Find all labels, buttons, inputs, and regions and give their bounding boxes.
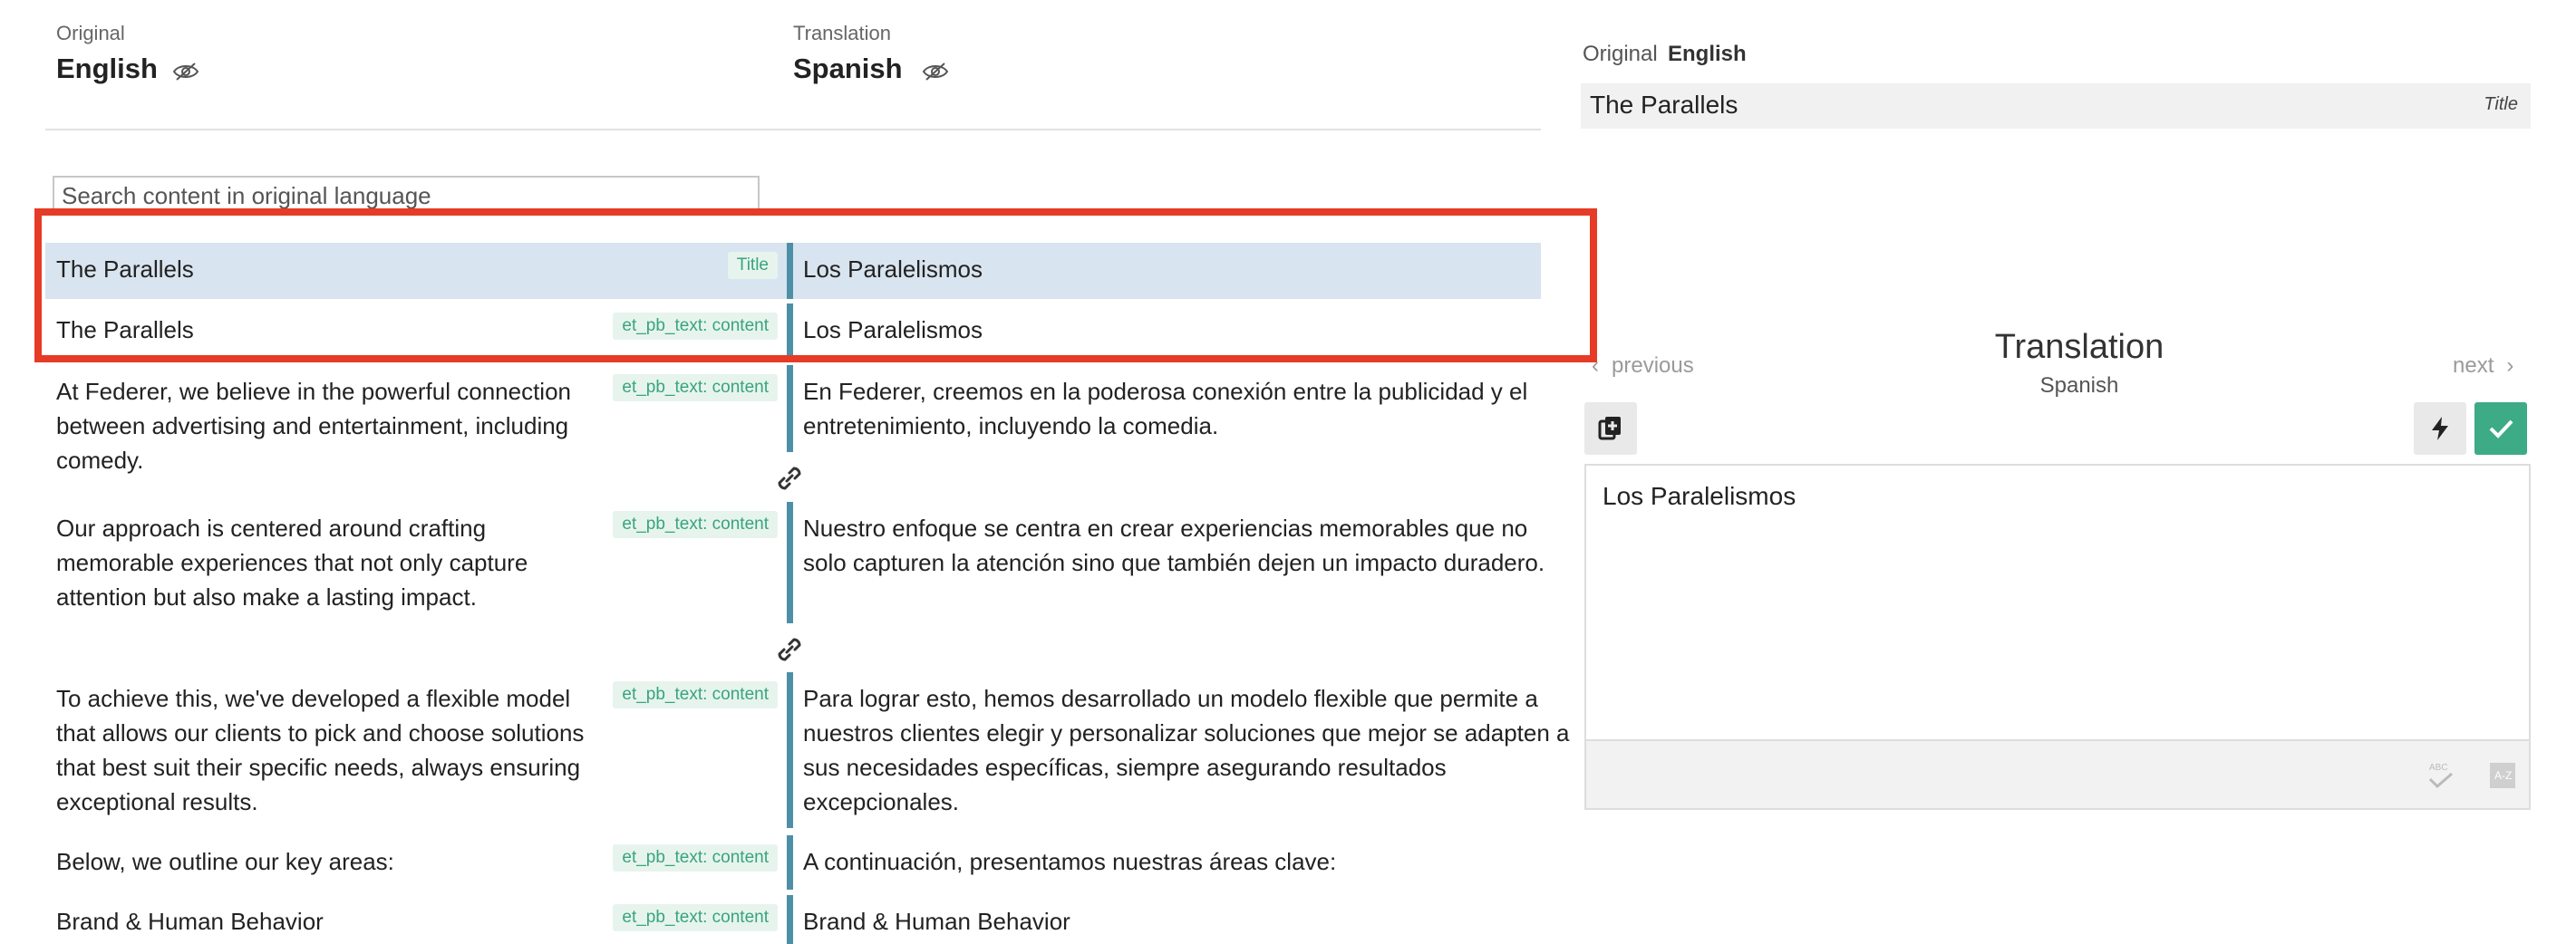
original-text: Brand & Human Behavior [56, 908, 324, 935]
link-icon[interactable] [770, 631, 809, 669]
editor-toolbar: ABC A-Z [1584, 739, 2531, 810]
svg-text:A-Z: A-Z [2494, 769, 2512, 782]
string-row[interactable]: Our approach is centered around crafting… [45, 502, 1545, 623]
string-row[interactable]: Below, we outline our key areas: et_pb_t… [45, 835, 1541, 890]
panel-translation-title: Translation [1994, 328, 2164, 366]
original-string-box: The Parallels Title [1581, 83, 2531, 129]
translation-text: En Federer, creemos en la poderosa conex… [803, 378, 1528, 439]
string-row[interactable]: Brand & Human Behavior et_pb_text: conte… [45, 895, 1541, 944]
panel-original-caption: Original [1583, 42, 1658, 66]
copy-original-icon [1598, 417, 1621, 440]
next-label: next [2453, 353, 2494, 378]
row-divider-bar [787, 895, 793, 944]
context-tag: et_pb_text: content [613, 374, 778, 401]
translation-text: Nuestro enfoque se centra en crear exper… [803, 515, 1545, 576]
check-icon [2489, 419, 2513, 438]
translation-language: Spanish [793, 53, 903, 84]
row-divider-bar [787, 502, 793, 623]
automatic-translation-button[interactable] [2414, 402, 2466, 455]
translation-caption: Translation [793, 22, 892, 44]
glossary-icon[interactable]: A-Z [2487, 759, 2518, 792]
original-text: At Federer, we believe in the powerful c… [56, 378, 572, 474]
context-tag: et_pb_text: content [613, 844, 778, 872]
spellcheck-icon[interactable]: ABC [2426, 759, 2456, 792]
eye-slash-icon[interactable] [172, 61, 199, 82]
svg-text:ABC: ABC [2429, 763, 2448, 773]
original-string-text: The Parallels [1590, 91, 1738, 119]
lightning-icon [2432, 417, 2448, 440]
previous-label: previous [1612, 353, 1694, 378]
link-icon[interactable] [770, 459, 809, 497]
original-text: Below, we outline our key areas: [56, 848, 394, 875]
original-language: English [56, 53, 158, 84]
copy-original-button[interactable] [1584, 402, 1637, 455]
row-divider-bar [787, 672, 793, 828]
highlight-box [34, 208, 1597, 362]
original-caption: Original [56, 22, 125, 44]
context-tag: et_pb_text: content [613, 511, 778, 538]
panel-original-language: English [1668, 42, 1747, 66]
context-tag: et_pb_text: content [613, 681, 778, 708]
string-row[interactable]: To achieve this, we've developed a flexi… [45, 672, 1569, 828]
translation-editor-value[interactable]: Los Paralelismos [1603, 482, 1796, 511]
eye-slash-icon[interactable] [922, 61, 949, 82]
chevron-right-icon: › [2506, 353, 2514, 378]
chevron-left-icon: ‹ [1592, 353, 1599, 378]
original-text: Our approach is centered around crafting… [56, 515, 528, 611]
string-row[interactable]: At Federer, we believe in the powerful c… [45, 365, 1541, 474]
next-button[interactable]: next › [2453, 353, 2513, 379]
context-tag: et_pb_text: content [613, 904, 778, 931]
mark-complete-button[interactable] [2474, 402, 2527, 455]
translation-text: Para lograr esto, hemos desarrollado un … [803, 685, 1570, 815]
translation-text: Brand & Human Behavior [803, 908, 1070, 935]
translation-text: A continuación, presentamos nuestras áre… [803, 848, 1337, 875]
translation-editor[interactable]: Los Paralelismos [1584, 464, 2531, 739]
row-divider-bar [787, 835, 793, 890]
previous-button[interactable]: ‹ previous [1592, 353, 1694, 379]
panel-translation-language: Spanish [2039, 373, 2119, 398]
header-divider [45, 129, 1541, 130]
original-field-label: Title [2484, 94, 2518, 114]
row-divider-bar [787, 365, 793, 452]
original-text: To achieve this, we've developed a flexi… [56, 685, 585, 815]
